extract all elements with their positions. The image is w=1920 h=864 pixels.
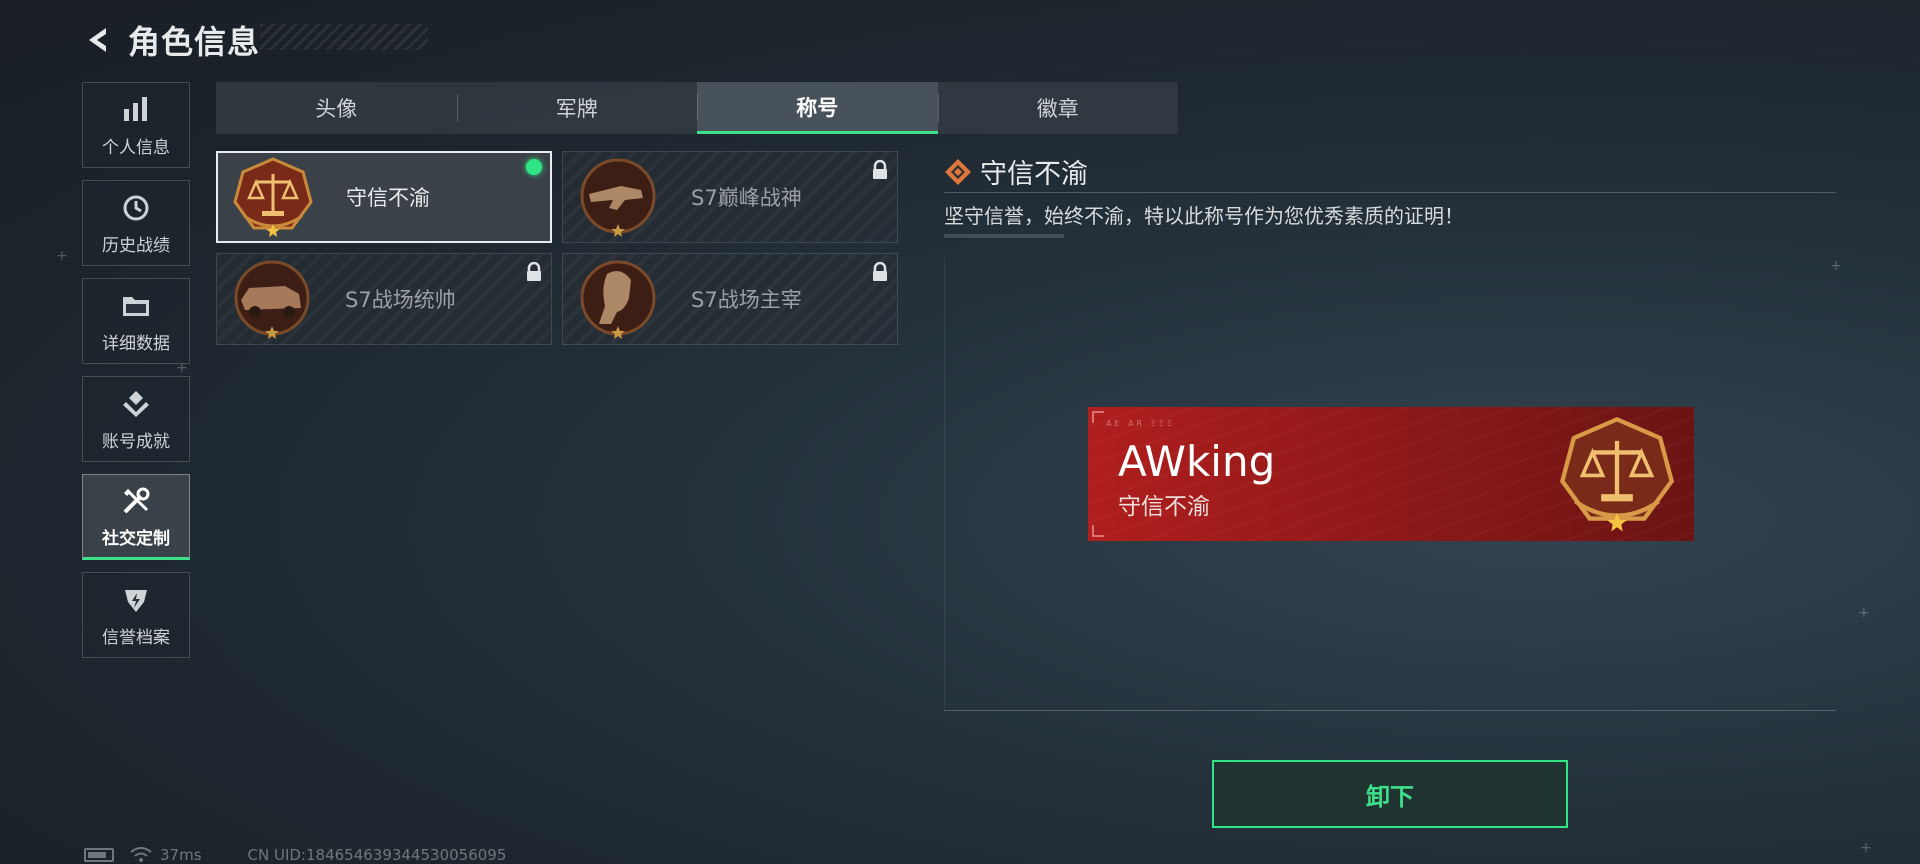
unequip-button[interactable]: 卸下 bbox=[1212, 760, 1568, 828]
sidebar-item-label: 信誉档案 bbox=[102, 627, 170, 648]
detail-title: 守信不渝 bbox=[944, 152, 1088, 191]
folder-icon bbox=[119, 289, 153, 323]
player-name: AWking bbox=[1118, 437, 1276, 486]
page-title: 角色信息 bbox=[128, 23, 261, 61]
achievement-icon bbox=[119, 387, 153, 421]
title-name: S7战场统帅 bbox=[345, 288, 456, 312]
sidebar-item-label: 历史战绩 bbox=[102, 235, 170, 256]
history-clock-icon bbox=[119, 191, 153, 225]
title-name: 守信不渝 bbox=[346, 186, 430, 210]
tab-title[interactable]: 称号 bbox=[697, 82, 938, 134]
sidebar-item-label: 详细数据 bbox=[102, 333, 170, 354]
scales-emblem-icon bbox=[233, 157, 313, 237]
rifle-emblem-icon bbox=[580, 158, 656, 237]
title-card-s7-commander[interactable]: S7战场统帅 bbox=[216, 253, 552, 345]
detail-title-text: 守信不渝 bbox=[980, 159, 1088, 190]
wifi-icon bbox=[130, 847, 152, 862]
back-arrow-icon[interactable] bbox=[82, 23, 116, 57]
sidebar-item-achievements[interactable]: 账号成就 bbox=[82, 376, 190, 462]
user-uid: CN UID:18465463934453005609​5 bbox=[247, 846, 507, 864]
tab-dog-tag[interactable]: 军牌 bbox=[456, 82, 698, 134]
sidebar: 个人信息 历史战绩 详细数据 账号成就 社交定制 信誉档案 bbox=[82, 82, 192, 670]
category-tabs: 头像 军牌 称号 徽章 bbox=[216, 82, 1178, 134]
lock-icon bbox=[527, 262, 541, 281]
detail-description: 坚守信誉，始终不渝，特以此称号作为您优秀素质的证明！ bbox=[944, 204, 1464, 228]
sidebar-item-social-custom[interactable]: 社交定制 bbox=[82, 474, 190, 560]
header: 角色信息 bbox=[82, 18, 260, 62]
sidebar-item-label: 社交定制 bbox=[102, 528, 170, 549]
sidebar-item-detailed-data[interactable]: 详细数据 bbox=[82, 278, 190, 364]
title-decoration bbox=[260, 24, 428, 50]
banner-title: 守信不渝 bbox=[1118, 494, 1210, 520]
divider bbox=[944, 234, 1064, 238]
unequip-label: 卸下 bbox=[1366, 782, 1414, 811]
sidebar-item-label: 账号成就 bbox=[102, 431, 170, 452]
title-banner-preview: AE AR ΞΞΞ AWking 守信不渝 bbox=[1088, 407, 1694, 541]
status-bar: 37ms CN UID:18465463934453005609​5 bbox=[84, 846, 506, 864]
sidebar-item-label: 个人信息 bbox=[102, 137, 170, 158]
title-name: S7巅峰战神 bbox=[691, 186, 802, 210]
vehicle-emblem-icon bbox=[234, 260, 310, 339]
sidebar-item-credit-record[interactable]: 信誉档案 bbox=[82, 572, 190, 658]
lock-icon bbox=[873, 262, 887, 281]
title-name: S7战场主宰 bbox=[691, 288, 802, 312]
tab-badge[interactable]: 徽章 bbox=[937, 82, 1179, 134]
title-card-s7-peak-god[interactable]: S7巅峰战神 bbox=[562, 151, 898, 243]
tools-icon bbox=[119, 484, 153, 518]
equipped-indicator bbox=[526, 159, 542, 175]
title-card-s7-dominator[interactable]: S7战场主宰 bbox=[562, 253, 898, 345]
tab-avatar[interactable]: 头像 bbox=[216, 82, 457, 134]
divider bbox=[944, 192, 1836, 193]
sidebar-item-personal-info[interactable]: 个人信息 bbox=[82, 82, 190, 168]
sidebar-item-history[interactable]: 历史战绩 bbox=[82, 180, 190, 266]
soldier-emblem-icon bbox=[580, 260, 656, 339]
credit-shield-icon bbox=[119, 583, 153, 617]
bar-chart-icon bbox=[119, 93, 153, 127]
diamond-icon bbox=[945, 158, 971, 185]
divider bbox=[944, 710, 1836, 711]
banner-tag: AE AR ΞΞΞ bbox=[1106, 419, 1175, 428]
ping-value: 37ms bbox=[160, 846, 202, 864]
battery-icon bbox=[84, 848, 114, 862]
lock-icon bbox=[873, 160, 887, 179]
title-card-trustworthy[interactable]: 守信不渝 bbox=[216, 151, 552, 243]
scales-emblem-icon bbox=[1559, 416, 1675, 532]
